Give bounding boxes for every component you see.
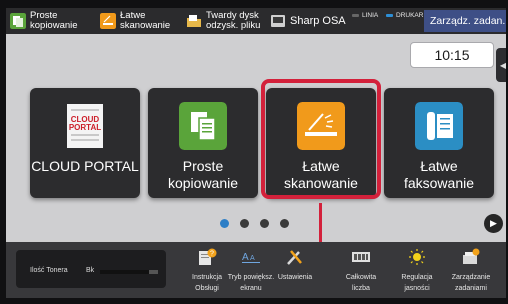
job-status-icon	[463, 248, 480, 264]
shortcut-label: Proste kopiowanie	[30, 10, 78, 31]
display-zoom-button[interactable]: A A Tryb powiększ. ekranu	[228, 246, 274, 296]
operation-guide-button[interactable]: ? Instrukcja Obsługi	[186, 246, 228, 296]
total-count-button[interactable]: Całkowita liczba	[340, 246, 382, 296]
top-shortcut-bar: Proste kopiowanie Łatwe skanowanie Twardy …	[6, 8, 506, 34]
tile-easy-fax[interactable]: Łatwe faksowanie	[384, 88, 494, 198]
brightness-icon	[409, 249, 425, 265]
shortcut-sharp-osa[interactable]: Sharp OSA	[270, 10, 346, 32]
page-dot-1[interactable]	[220, 219, 229, 228]
fax-icon	[415, 102, 463, 150]
line-status-label: LINIA	[362, 12, 379, 19]
svg-text:PORTAL: PORTAL	[69, 123, 101, 132]
job-status-button[interactable]: Zarządz. zadan.	[424, 10, 506, 32]
toner-level-panel: Ilość Tonera Bk	[16, 250, 166, 288]
svg-text:A: A	[242, 252, 249, 263]
tile-easy-copy[interactable]: Proste kopiowanie	[148, 88, 258, 198]
shortcut-easy-scan[interactable]: Łatwe skanowanie	[100, 10, 170, 32]
shortcut-hdd-file-retrieve[interactable]: Twardy dysk odzysk. pliku	[186, 10, 260, 32]
tile-label: CLOUD PORTAL	[31, 158, 139, 174]
tile-cloud-portal[interactable]: CLOUD PORTAL CLOUD PORTAL	[30, 88, 140, 198]
brightness-adjust-button[interactable]: Regulacja jasności	[396, 246, 438, 296]
scan-icon	[100, 13, 116, 29]
zoom-text-icon: A A	[242, 252, 260, 263]
page-dot-2[interactable]	[240, 219, 249, 228]
tile-label: Łatwe	[420, 158, 458, 174]
job-status-bottom-button[interactable]: Zarządzanie zadaniami	[450, 246, 492, 296]
folder-icon	[187, 15, 201, 27]
bottom-item-label: Całkowita liczba	[345, 274, 377, 292]
shortcut-easy-copy[interactable]: Proste kopiowanie	[10, 10, 78, 32]
touch-panel-screen: Proste kopiowanie Łatwe skanowanie Twardy …	[6, 8, 506, 298]
copy-icon	[10, 13, 26, 29]
bottom-item-label: Ustawienia	[277, 274, 313, 281]
cloud-portal-icon: CLOUD PORTAL	[67, 104, 103, 148]
next-page-button[interactable]: ▶	[484, 214, 503, 233]
bottom-item-label: Regulacja jasności	[401, 274, 433, 292]
printer-indicator-light	[386, 14, 393, 17]
clock-display: 10:15	[410, 42, 494, 68]
bottom-status-bar: Ilość Tonera Bk ? Instrukcja Obsługi A A …	[6, 242, 506, 298]
shortcut-label: Twardy dysk odzysk. pliku	[206, 10, 261, 31]
toner-color-label: Bk	[86, 267, 95, 274]
page-dot-4[interactable]	[280, 219, 289, 228]
toner-level-bar	[100, 270, 158, 274]
tile-label: Proste	[182, 158, 224, 174]
sharp-osa-icon	[271, 15, 285, 27]
copy-icon	[179, 102, 227, 150]
manual-icon: ?	[199, 248, 217, 265]
bottom-item-label: Zarządzanie zadaniami	[451, 274, 491, 292]
page-dot-3[interactable]	[260, 219, 269, 228]
tile-label: kopiowanie	[167, 175, 239, 191]
shortcut-label: Łatwe skanowanie	[120, 10, 171, 31]
line-indicator-light	[352, 14, 359, 17]
settings-tools-icon	[287, 250, 302, 265]
settings-button[interactable]: Ustawienia	[274, 246, 316, 296]
toner-label: Ilość Tonera	[30, 267, 68, 274]
highlight-frame	[261, 79, 381, 199]
toner-level-fill	[100, 270, 150, 274]
side-panel-toggle[interactable]: ◀	[496, 48, 506, 82]
tile-label: faksowanie	[403, 175, 475, 191]
counter-icon	[352, 252, 370, 262]
svg-text:?: ?	[210, 251, 214, 258]
shortcut-label: Sharp OSA	[290, 15, 346, 27]
svg-text:A: A	[250, 255, 255, 262]
